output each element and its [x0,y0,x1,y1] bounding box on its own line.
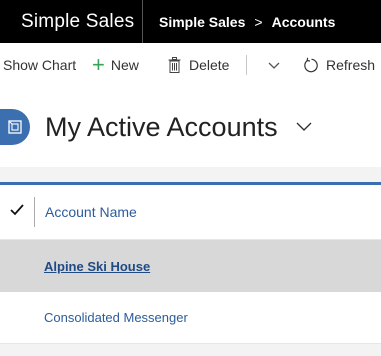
refresh-label: Refresh [326,57,376,73]
delete-button[interactable]: Delete [168,43,246,87]
refresh-button[interactable]: Refresh [293,43,375,87]
breadcrumb-root[interactable]: Simple Sales [159,14,245,30]
select-all-checkbox[interactable] [0,203,34,221]
account-entity-icon [0,109,30,145]
app-name[interactable]: Simple Sales [0,0,143,43]
account-name-link[interactable]: Consolidated Messenger [0,310,188,325]
column-separator [34,197,35,227]
command-divider [246,55,247,75]
view-title[interactable]: My Active Accounts [45,112,278,143]
new-label: New [110,57,139,73]
breadcrumb-current[interactable]: Accounts [272,14,336,30]
plus-icon: + [92,52,105,77]
view-header: My Active Accounts [0,87,381,167]
grid-footer-spacer [0,344,381,356]
command-bar: Show Chart + New Delete Refresh [0,43,381,87]
grid-top-spacer [0,167,381,182]
new-button[interactable]: + New [92,43,168,87]
show-chart-button[interactable]: Show Chart [0,43,92,87]
column-header-account-name[interactable]: Account Name [45,204,137,220]
view-selector-chevron-down-icon[interactable] [296,122,312,132]
top-nav-bar: Simple Sales Simple Sales > Accounts [0,0,381,43]
refresh-icon [303,57,320,74]
trash-icon [168,57,181,73]
delete-label: Delete [189,57,230,73]
checkmark-icon [10,203,24,221]
table-row[interactable]: Consolidated Messenger [0,292,381,344]
breadcrumb-separator: > [254,13,263,30]
chevron-down-icon [268,57,280,73]
more-commands-button[interactable] [255,43,293,87]
show-chart-label: Show Chart [3,57,77,73]
account-name-link[interactable]: Alpine Ski House [0,259,150,274]
table-row[interactable]: Alpine Ski House [0,240,381,292]
breadcrumb: Simple Sales > Accounts [143,14,335,30]
grid-header: Account Name [0,185,381,240]
